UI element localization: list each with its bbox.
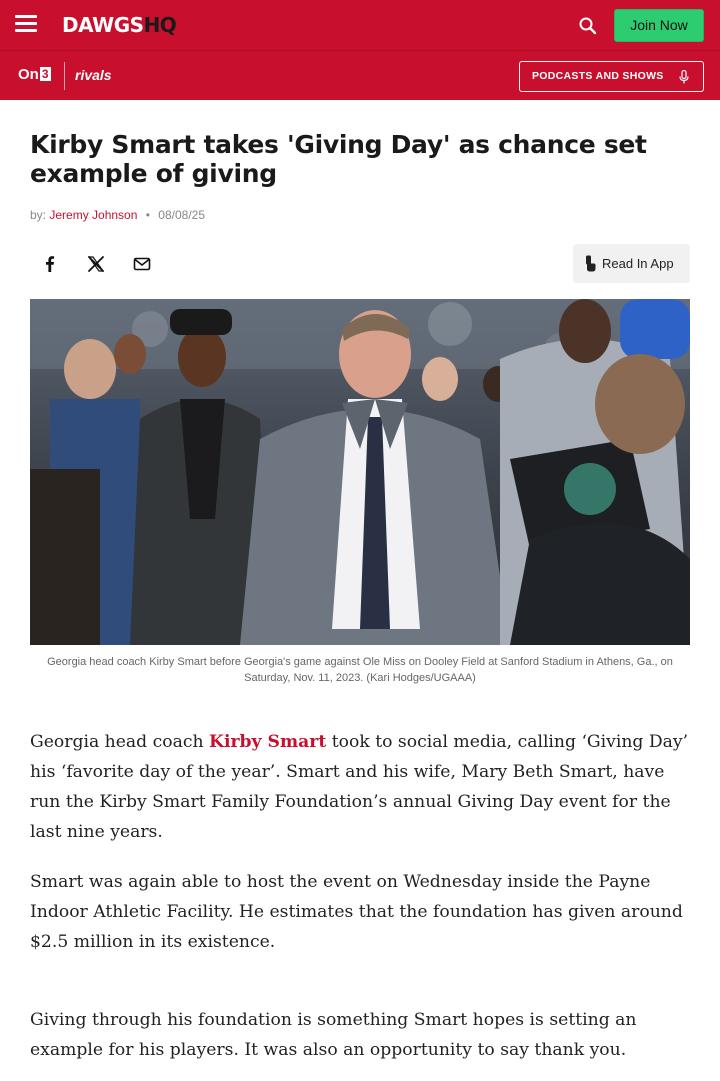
podcasts-label: PODCASTS AND SHOWS — [532, 70, 664, 82]
publish-date: 08/08/25 — [158, 208, 206, 222]
byline-separator: • — [145, 208, 150, 222]
phone-tap-icon — [586, 255, 596, 272]
byline-prefix: by: — [30, 208, 47, 222]
logo-hq-text: HQ — [143, 13, 177, 37]
article-headline: Kirby Smart takes 'Giving Day' as chance… — [30, 130, 647, 188]
on3-number: 3 — [39, 67, 51, 81]
rivals-logo[interactable]: rivals — [75, 67, 112, 83]
article-paragraph-1: Georgia head coach Kirby Smart took to s… — [30, 727, 692, 847]
podcasts-shows-button[interactable]: PODCASTS AND SHOWS — [519, 61, 704, 92]
read-in-app-button[interactable]: Read In App — [573, 244, 690, 283]
p1-text-start: Georgia head coach — [30, 732, 210, 752]
on3-logo[interactable]: On 3 — [18, 66, 51, 83]
logo-text: DAWGS — [62, 13, 144, 37]
read-in-app-label: Read In App — [602, 256, 674, 271]
search-icon[interactable] — [576, 14, 600, 38]
email-icon[interactable] — [131, 253, 153, 275]
kirby-smart-link[interactable]: Kirby Smart — [209, 732, 326, 752]
article-photo — [30, 299, 690, 645]
article-paragraph-3: Giving through his foundation is somethi… — [30, 1010, 637, 1060]
byline: by: Jeremy Johnson • 08/08/25 — [30, 208, 205, 222]
site-logo[interactable]: DAWGSHQ — [62, 13, 177, 37]
facebook-icon[interactable] — [39, 253, 61, 275]
mic-icon — [679, 70, 689, 84]
photo-illustration — [30, 299, 690, 645]
network-bar: On 3 rivals PODCASTS AND SHOWS — [0, 51, 720, 100]
logo-divider — [64, 62, 65, 90]
top-header: DAWGSHQ Join Now — [0, 0, 720, 51]
article-paragraph-2: Smart was again able to host the event o… — [30, 872, 683, 952]
join-now-button[interactable]: Join Now — [614, 9, 704, 42]
author-link[interactable]: Jeremy Johnson — [49, 208, 137, 222]
x-icon[interactable] — [85, 253, 107, 275]
on3-text: On — [18, 66, 39, 83]
menu-icon[interactable] — [15, 15, 37, 33]
photo-caption: Georgia head coach Kirby Smart before Ge… — [47, 656, 673, 684]
